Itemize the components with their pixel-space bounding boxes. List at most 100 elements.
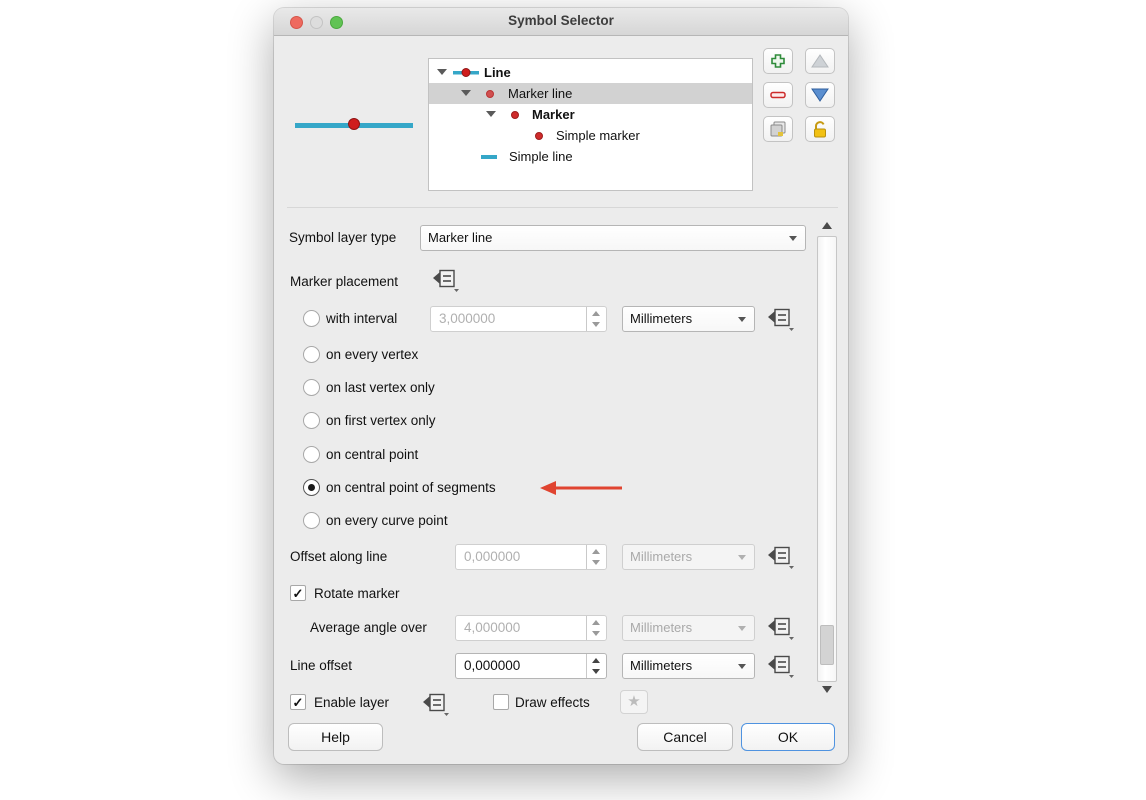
- move-up-button[interactable]: [805, 48, 835, 74]
- star-icon: ★: [627, 693, 640, 710]
- line-symbol-icon: [453, 68, 479, 77]
- offset-along-line-spinbox: 0,000000: [455, 544, 607, 570]
- marker-placement-label: Marker placement: [290, 274, 398, 289]
- line-offset-label: Line offset: [290, 658, 352, 673]
- radio-label: on central point: [326, 447, 418, 462]
- radio-label: on central point of segments: [326, 480, 496, 495]
- chevron-down-icon: [738, 317, 746, 322]
- lock-colors-button[interactable]: [805, 116, 835, 142]
- data-defined-override-icon[interactable]: [765, 654, 795, 680]
- marker-dot-icon: [535, 132, 543, 140]
- spinner[interactable]: [586, 307, 606, 331]
- tree-row-line[interactable]: Line: [429, 62, 752, 83]
- spin-up-icon: [592, 549, 600, 554]
- plus-icon: [770, 53, 786, 69]
- spin-down-icon: [592, 669, 600, 674]
- spinner: [586, 616, 606, 640]
- symbol-preview-marker: [348, 118, 360, 130]
- chevron-down-icon: [789, 236, 797, 241]
- vertical-scrollbar[interactable]: [817, 220, 837, 698]
- expander-icon[interactable]: [486, 111, 496, 117]
- spinner[interactable]: [586, 654, 606, 678]
- spinner: [586, 545, 606, 569]
- data-defined-override-icon[interactable]: [430, 268, 460, 294]
- average-angle-over-label: Average angle over: [310, 620, 427, 635]
- data-defined-override-icon[interactable]: [765, 545, 795, 571]
- tree-row-simple-line[interactable]: Simple line: [429, 146, 752, 167]
- scrollbar-track[interactable]: [817, 236, 837, 682]
- radio-on-last-vertex-only[interactable]: [303, 379, 320, 396]
- spin-down-icon: [592, 322, 600, 327]
- radio-on-every-vertex[interactable]: [303, 346, 320, 363]
- symbol-layer-type-combo[interactable]: Marker line: [420, 225, 806, 251]
- annotation-red-arrow: [540, 480, 624, 496]
- symbol-layer-type-label: Symbol layer type: [289, 230, 396, 245]
- radio-label: on every vertex: [326, 347, 418, 362]
- radio-label: with interval: [326, 311, 397, 326]
- enable-layer-checkbox[interactable]: ✓: [290, 694, 306, 710]
- spin-up-icon: [592, 311, 600, 316]
- titlebar[interactable]: Symbol Selector: [274, 8, 848, 36]
- marker-dot-icon: [486, 90, 494, 98]
- tree-row-marker-line[interactable]: Marker line: [429, 83, 752, 104]
- remove-layer-button[interactable]: [763, 82, 793, 108]
- radio-with-interval[interactable]: [303, 310, 320, 327]
- line-offset-spinbox[interactable]: 0,000000: [455, 653, 607, 679]
- enable-layer-label: Enable layer: [314, 695, 389, 710]
- expander-icon[interactable]: [437, 69, 447, 75]
- tree-label: Simple marker: [556, 125, 640, 146]
- tree-label: Marker: [532, 104, 575, 125]
- radio-on-every-curve-point[interactable]: [303, 512, 320, 529]
- draw-effects-label: Draw effects: [515, 695, 590, 710]
- spin-down-icon: [592, 631, 600, 636]
- up-arrow-icon: [811, 54, 829, 68]
- radio-label: on last vertex only: [326, 380, 435, 395]
- help-button[interactable]: Help: [288, 723, 383, 751]
- draw-effects-checkbox[interactable]: [493, 694, 509, 710]
- chevron-down-icon: [738, 626, 746, 631]
- window-title: Symbol Selector: [274, 13, 848, 28]
- tree-row-marker[interactable]: Marker: [429, 104, 752, 125]
- down-arrow-icon: [811, 88, 829, 102]
- radio-on-first-vertex-only[interactable]: [303, 412, 320, 429]
- tree-label: Simple line: [509, 146, 573, 167]
- unlock-icon: [812, 121, 828, 138]
- ok-button[interactable]: OK: [741, 723, 835, 751]
- scroll-down-icon[interactable]: [822, 686, 832, 693]
- radio-on-central-point-of-segments[interactable]: [303, 479, 320, 496]
- cancel-button[interactable]: Cancel: [637, 723, 733, 751]
- chevron-down-icon: [738, 555, 746, 560]
- data-defined-override-icon[interactable]: [420, 692, 450, 718]
- radio-label: on first vertex only: [326, 413, 436, 428]
- expander-icon[interactable]: [461, 90, 471, 96]
- tree-label: Line: [484, 62, 511, 83]
- data-defined-override-icon[interactable]: [765, 307, 795, 333]
- radio-on-central-point[interactable]: [303, 446, 320, 463]
- line-offset-unit-combo[interactable]: Millimeters: [622, 653, 755, 679]
- offset-along-line-label: Offset along line: [290, 549, 387, 564]
- interval-unit-combo[interactable]: Millimeters: [622, 306, 755, 332]
- symbol-selector-dialog: Symbol Selector Line Marker line Marker …: [274, 8, 848, 764]
- data-defined-override-icon[interactable]: [765, 616, 795, 642]
- move-down-button[interactable]: [805, 82, 835, 108]
- rotate-marker-label: Rotate marker: [314, 586, 400, 601]
- symbol-layer-tree[interactable]: Line Marker line Marker Simple marker Si…: [428, 58, 753, 191]
- duplicate-layer-button[interactable]: [763, 116, 793, 142]
- divider: [287, 207, 838, 208]
- offset-along-line-unit-combo: Millimeters: [622, 544, 755, 570]
- duplicate-icon: [769, 121, 787, 138]
- line-segment-icon: [481, 155, 497, 159]
- scroll-up-icon[interactable]: [822, 222, 832, 229]
- minus-icon: [770, 90, 786, 100]
- add-layer-button[interactable]: [763, 48, 793, 74]
- spin-down-icon: [592, 560, 600, 565]
- rotate-marker-checkbox[interactable]: ✓: [290, 585, 306, 601]
- scrollbar-thumb[interactable]: [820, 625, 834, 665]
- chevron-down-icon: [738, 664, 746, 669]
- marker-dot-icon: [511, 111, 519, 119]
- interval-spinbox[interactable]: 3,000000: [430, 306, 607, 332]
- average-angle-over-unit-combo: Millimeters: [622, 615, 755, 641]
- tree-row-simple-marker[interactable]: Simple marker: [429, 125, 752, 146]
- customize-effects-button: ★: [620, 690, 648, 714]
- radio-label: on every curve point: [326, 513, 448, 528]
